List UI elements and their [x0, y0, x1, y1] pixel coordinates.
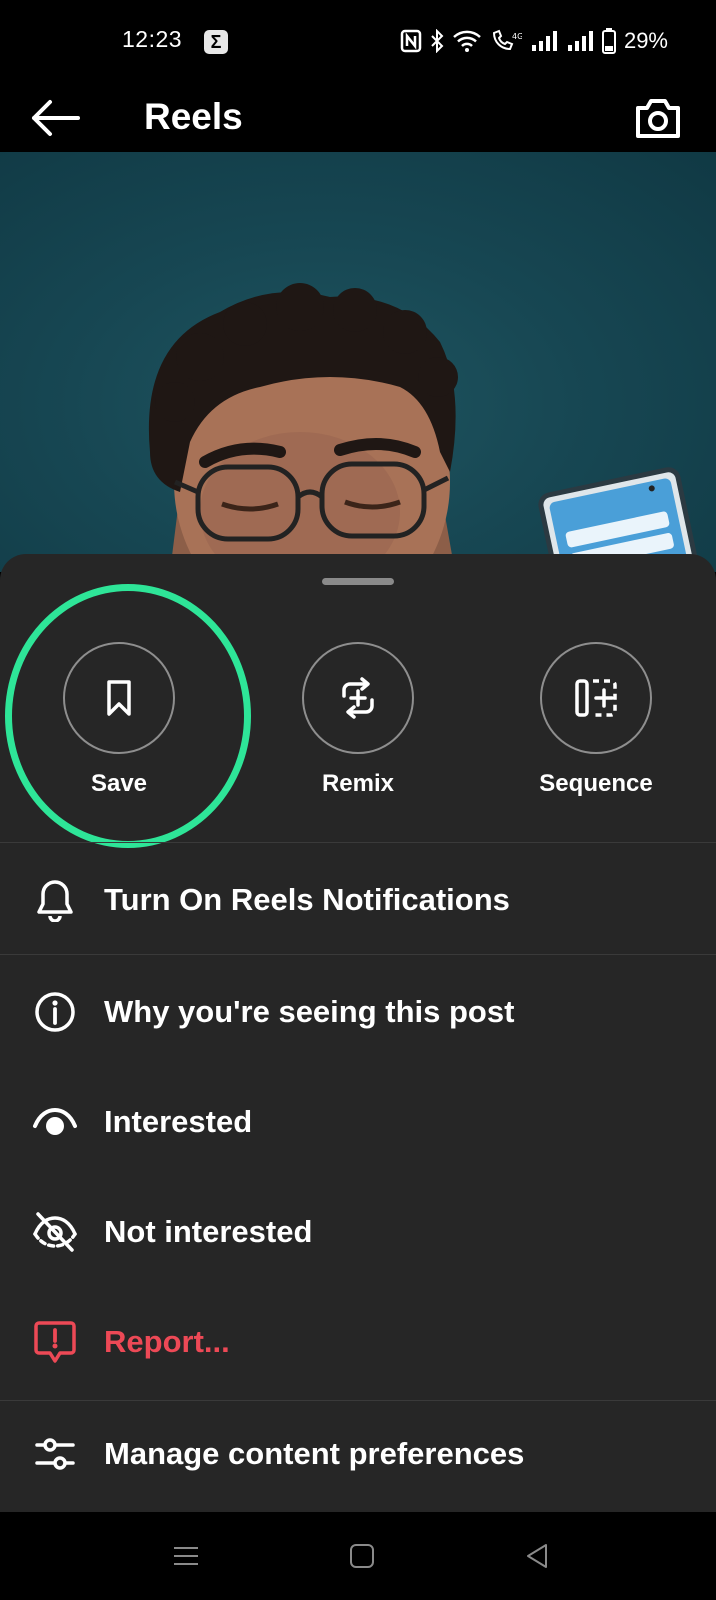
sheet-drag-handle[interactable]: [322, 578, 394, 585]
remix-circle: [302, 642, 414, 754]
divider: [0, 1400, 716, 1401]
sliders-icon: [32, 1431, 78, 1477]
menu-item-why-seeing[interactable]: Why you're seeing this post: [0, 961, 716, 1061]
system-nav-bar: [0, 1512, 716, 1600]
battery-icon: [601, 28, 616, 54]
arrow-left-icon[interactable]: [30, 98, 82, 138]
sequence-circle: [540, 642, 652, 754]
menu-item-not-interested[interactable]: Not interested: [0, 1181, 716, 1281]
menu-label-not-interested: Not interested: [104, 1214, 313, 1249]
eye-icon: [32, 1099, 78, 1145]
camera-icon[interactable]: [632, 94, 684, 142]
options-sheet: Save Remix Sequence Turn On Reels Notifi…: [0, 554, 716, 1512]
eye-off-icon: [32, 1209, 78, 1255]
sequence-button[interactable]: Sequence: [506, 642, 686, 798]
menu-nav-icon[interactable]: [168, 1540, 204, 1572]
remix-icon: [342, 677, 374, 719]
notification-app-icon: Σ: [204, 30, 228, 54]
status-bar: 12:23 Σ 4G 29%: [0, 0, 716, 84]
battery-percentage: 29%: [623, 28, 668, 53]
status-time: 12:23: [122, 26, 183, 52]
bell-icon: [32, 877, 78, 923]
sequence-icon: [575, 679, 617, 717]
save-circle: [63, 642, 175, 754]
divider: [0, 842, 716, 843]
menu-item-manage-preferences[interactable]: Manage content preferences: [0, 1403, 716, 1503]
bookmark-icon: [107, 680, 131, 716]
save-label: Save: [90, 770, 148, 797]
nfc-icon: [400, 29, 422, 53]
menu-label-interested: Interested: [104, 1104, 253, 1139]
menu-item-interested[interactable]: Interested: [0, 1071, 716, 1171]
top-bar: Reels: [0, 84, 716, 152]
signal-icon: [567, 31, 593, 51]
svg-text:4G: 4G: [512, 32, 522, 41]
bluetooth-icon: [431, 29, 444, 53]
save-button[interactable]: Save: [29, 642, 209, 798]
menu-label-why-seeing: Why you're seeing this post: [104, 994, 515, 1029]
sequence-label: Sequence: [539, 770, 653, 797]
page-title: Reels: [144, 96, 243, 137]
status-icons: 4G 29%: [400, 26, 668, 56]
menu-item-reels-notifications[interactable]: Turn On Reels Notifications: [0, 849, 716, 949]
remix-label: Remix: [321, 770, 395, 797]
report-icon: [32, 1319, 78, 1365]
reel-video[interactable]: [0, 152, 716, 572]
back-nav-icon[interactable]: [520, 1540, 556, 1572]
wifi-icon: [453, 30, 481, 52]
menu-item-report[interactable]: Report...: [0, 1291, 716, 1391]
reel-video-frame: [148, 283, 700, 572]
info-icon: [32, 989, 78, 1035]
signal-icon: [531, 31, 557, 51]
menu-label-reels-notifications: Turn On Reels Notifications: [104, 882, 510, 917]
menu-label-report: Report...: [104, 1324, 230, 1359]
divider: [0, 954, 716, 955]
menu-label-manage-preferences: Manage content preferences: [104, 1436, 525, 1471]
remix-button[interactable]: Remix: [268, 642, 448, 798]
home-nav-icon[interactable]: [344, 1540, 380, 1572]
volte-call-icon: 4G: [492, 29, 522, 51]
